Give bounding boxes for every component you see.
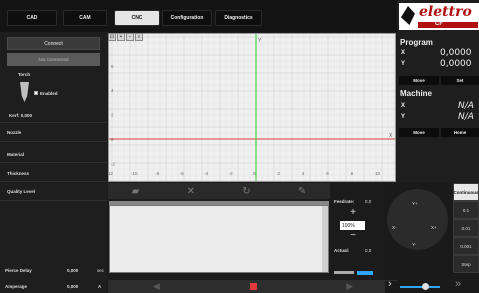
reload-icon[interactable]: ↻: [242, 186, 250, 197]
x-tick-label: -8: [155, 171, 159, 176]
zoom-fit-icon[interactable]: ⊡: [108, 33, 116, 41]
jog-pad[interactable]: [387, 189, 448, 250]
plot-grid: [109, 34, 395, 181]
amperage-value[interactable]: 0,000: [67, 284, 78, 289]
x-axis-label: X: [389, 133, 393, 139]
edit-pencil-icon[interactable]: ✎: [298, 186, 306, 197]
torch-label: Torch: [18, 72, 31, 77]
jog-x-plus-button[interactable]: X+: [431, 225, 437, 230]
plot-canvas: -12-10-8-6-4-20246810 6420-2-4 X Y: [109, 34, 395, 181]
y-tick-label: -2: [111, 161, 115, 166]
tab-cnc[interactable]: CNC: [114, 10, 160, 26]
pierce-delay-unit: sec: [97, 268, 105, 273]
jog-speed-handle[interactable]: [422, 283, 429, 290]
feedrate-value: 0,0: [365, 199, 372, 204]
x-tick-label: -6: [180, 171, 184, 176]
logo: elettro CF: [399, 3, 479, 30]
fast-chevron-icon: »: [455, 278, 462, 290]
divider: [0, 181, 107, 182]
zoom-in-icon[interactable]: +: [117, 33, 125, 41]
tab-cam[interactable]: CAM: [63, 10, 107, 26]
x-tick-label: -10: [131, 171, 138, 176]
divider: [0, 200, 107, 201]
machine-label: Machine: [400, 89, 433, 98]
jog-y-plus-button[interactable]: Y+: [412, 201, 418, 206]
amperage-unit: A: [98, 284, 102, 289]
divider: [0, 141, 107, 142]
reverse-icon[interactable]: ◀: [153, 281, 160, 292]
program-label: Program: [400, 38, 433, 47]
gcode-editor[interactable]: [109, 205, 329, 273]
logo-text: elettro: [419, 4, 472, 20]
file-toolbar: ▰ ✕ ↻ ✎: [108, 183, 330, 199]
open-folder-icon[interactable]: ▰: [132, 186, 140, 197]
divider: [0, 162, 107, 163]
machine-x-value: N/A: [458, 101, 474, 111]
y-tick-labels: 6420-2-4: [111, 64, 115, 167]
logo-bar: [418, 22, 478, 28]
connect-button[interactable]: Connect: [7, 37, 100, 50]
tab-configuration[interactable]: Configuration: [162, 10, 212, 26]
x-tick-label: -12: [109, 171, 114, 176]
kerf-label: Kerf: 0,000: [9, 113, 33, 118]
plot-toolbar: ⊡ + − ⌕: [108, 33, 143, 41]
machine-move-button[interactable]: Move: [399, 128, 439, 137]
program-y-value: 0,0000: [440, 59, 472, 69]
logo-sub-text: CF: [435, 21, 443, 27]
feed-decrease-button[interactable]: −: [348, 231, 358, 241]
step-continuous[interactable]: Continuous: [453, 183, 479, 201]
x-tick-label: -4: [204, 171, 208, 176]
tab-diagnostics[interactable]: Diagnostics: [215, 10, 262, 26]
feed-increase-button[interactable]: +: [348, 208, 358, 218]
tab-cad[interactable]: CAD: [7, 10, 57, 26]
pierce-delay-value[interactable]: 0,000: [67, 268, 78, 273]
x-tick-label: 10: [375, 171, 381, 176]
material-label: Material: [7, 152, 25, 157]
y-tick-label: 4: [111, 88, 114, 93]
toolpath-plot[interactable]: -12-10-8-6-4-20246810 6420-2-4 X Y: [108, 33, 396, 182]
connection-status: Not Connected: [7, 53, 100, 66]
close-file-icon[interactable]: ✕: [187, 186, 195, 197]
step-0-001[interactable]: 0.001: [453, 237, 479, 255]
machine-home-button[interactable]: Home: [441, 128, 479, 137]
logo-mark-icon: [401, 6, 415, 25]
enabled-label: Enabled: [40, 91, 58, 96]
program-x-label: X: [401, 50, 406, 56]
thickness-label: Thickness: [7, 171, 30, 176]
slow-chevron-icon: ›: [388, 278, 392, 290]
program-set-button[interactable]: Set: [441, 76, 479, 85]
x-tick-label: -2: [229, 171, 233, 176]
enabled-checkbox[interactable]: [34, 91, 38, 95]
divider: [0, 122, 107, 123]
actual-feed-value: 0,0: [365, 248, 372, 253]
program-x-value: 0,0000: [440, 48, 472, 58]
feed-override-input[interactable]: 100%: [340, 221, 365, 230]
machine-y-value: N/A: [458, 112, 474, 122]
program-y-label: Y: [401, 61, 406, 67]
machine-y-label: Y: [401, 114, 406, 120]
nozzle-label: Nozzle: [7, 130, 22, 135]
jog-x-minus-button[interactable]: X-: [392, 225, 397, 230]
zoom-out-icon[interactable]: −: [126, 33, 134, 41]
jog-y-minus-button[interactable]: Y-: [412, 242, 416, 247]
amperage-label: Amperage: [5, 284, 28, 289]
step-0-1[interactable]: 0.1: [453, 201, 479, 219]
jog-speed-slider[interactable]: [400, 286, 440, 288]
pierce-delay-label: Pierce Delay: [5, 268, 32, 273]
step-0-01[interactable]: 0.01: [453, 219, 479, 237]
play-icon[interactable]: ▶: [346, 281, 353, 292]
machine-x-label: X: [401, 103, 406, 109]
run-control-bar: ◀ ▶: [108, 280, 398, 293]
zoom-window-icon[interactable]: ⌕: [135, 33, 143, 41]
step-mode[interactable]: Step: [453, 255, 479, 273]
actual-feed-label: Actual:: [334, 248, 350, 253]
stop-icon[interactable]: [249, 283, 257, 290]
feedrate-label: Feedrate:: [334, 199, 355, 204]
gcode-scrollbar[interactable]: [322, 206, 328, 272]
feed-slider-fill[interactable]: [357, 271, 373, 275]
feed-slider-track[interactable]: [334, 271, 354, 274]
program-move-button[interactable]: Move: [399, 76, 439, 85]
quality-level-label: Quality Level: [7, 189, 36, 194]
y-tick-label: 6: [111, 64, 114, 69]
